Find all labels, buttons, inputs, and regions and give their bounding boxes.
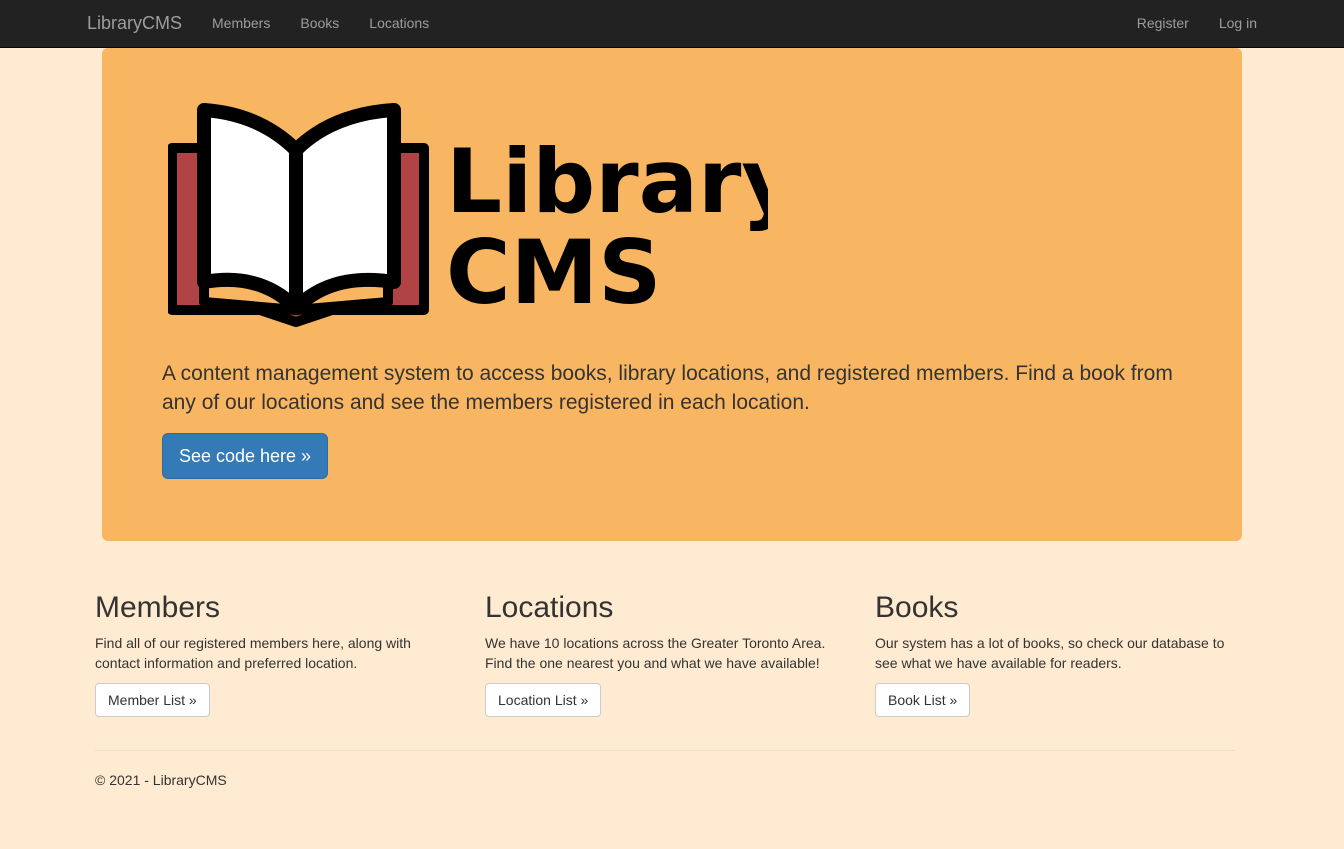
locations-column: Locations We have 10 locations across th…	[485, 590, 875, 717]
members-column: Members Find all of our registered membe…	[95, 590, 485, 717]
footer-copyright: © 2021 - LibraryCMS	[95, 772, 227, 788]
member-list-button[interactable]: Member List »	[95, 683, 210, 717]
main-container: Library CMS A content management system …	[102, 48, 1242, 541]
see-code-button[interactable]: See code here »	[162, 433, 328, 479]
logo-text-cms: CMS	[446, 221, 662, 324]
register-link[interactable]: Register	[1122, 0, 1204, 47]
auth-links: Register Log in	[1122, 0, 1257, 47]
nav-links: Members Books Locations	[197, 0, 444, 47]
hero-description: A content management system to access bo…	[162, 362, 1173, 414]
nav-locations[interactable]: Locations	[354, 0, 444, 47]
books-column: Books Our system has a lot of books, so …	[875, 590, 1265, 717]
members-heading: Members	[95, 591, 221, 624]
nav-members[interactable]: Members	[197, 0, 285, 47]
library-cms-logo: Library CMS	[168, 103, 768, 327]
location-list-button[interactable]: Location List »	[485, 683, 602, 717]
top-navbar: LibraryCMS Members Books Locations Regis…	[0, 0, 1344, 48]
footer-divider	[95, 750, 1235, 751]
logo-text-library: Library	[446, 130, 768, 233]
hero-jumbotron: Library CMS A content management system …	[102, 48, 1242, 541]
book-list-button[interactable]: Book List »	[875, 683, 971, 717]
books-heading: Books	[875, 591, 959, 624]
books-description: Our system has a lot of books, so check …	[875, 635, 1225, 671]
login-link[interactable]: Log in	[1204, 0, 1257, 47]
nav-books[interactable]: Books	[285, 0, 354, 47]
feature-columns: Members Find all of our registered membe…	[95, 590, 1265, 717]
members-description: Find all of our registered members here,…	[95, 635, 411, 671]
locations-description: We have 10 locations across the Greater …	[485, 635, 826, 671]
brand-link[interactable]: LibraryCMS	[87, 0, 182, 47]
locations-heading: Locations	[485, 591, 614, 624]
navbar-container: LibraryCMS Members Books Locations Regis…	[87, 0, 1257, 48]
